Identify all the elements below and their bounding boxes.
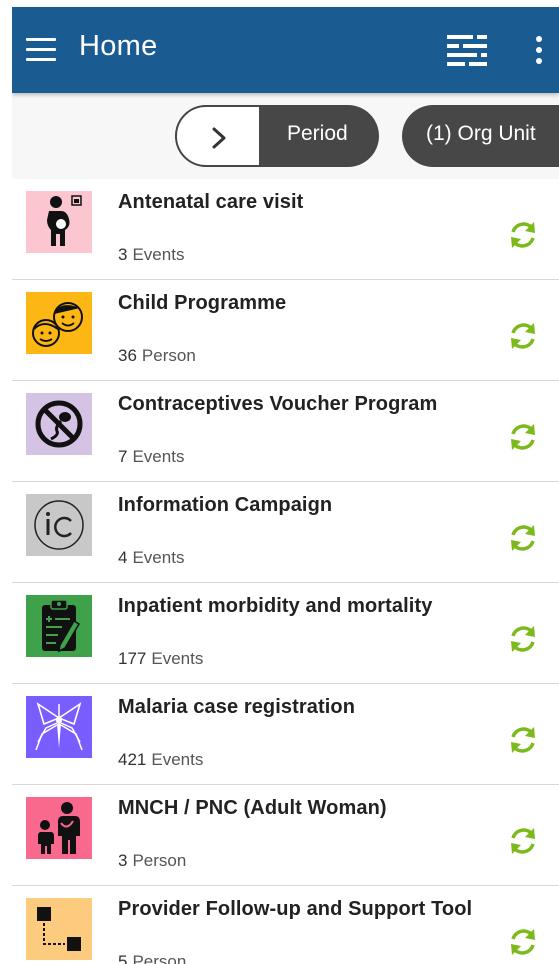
program-row[interactable]: Contraceptives Voucher Program 7 Events <box>12 381 559 482</box>
pregnant-woman-icon <box>47 195 82 246</box>
program-count: 3 Person <box>118 851 187 870</box>
app-frame: Home Period (1) Org Unit Antenatal care … <box>12 7 559 964</box>
app-bar: Home <box>12 7 559 93</box>
sync-icon[interactable] <box>507 623 539 655</box>
program-row[interactable]: Inpatient morbidity and mortality 177 Eve… <box>12 583 559 684</box>
program-count: 3 Events <box>118 245 185 264</box>
program-name: Inpatient morbidity and mortality <box>118 595 433 617</box>
program-count: 4 Events <box>118 548 185 567</box>
program-count: 36 Person <box>118 346 196 365</box>
program-list: Antenatal care visit 3 Events Child Prog… <box>12 179 559 964</box>
clipboard-icon <box>42 599 81 653</box>
program-tile <box>26 898 92 960</box>
program-tile <box>26 494 92 556</box>
program-name: Child Programme <box>118 292 287 314</box>
program-row[interactable]: Information Campaign 4 Events <box>12 482 559 583</box>
program-row[interactable]: Antenatal care visit 3 Events <box>12 179 559 280</box>
program-row[interactable]: Provider Follow-up and Support Tool 5 Per… <box>12 886 559 964</box>
program-name: Malaria case registration <box>118 696 356 718</box>
sync-icon[interactable] <box>507 825 539 857</box>
no-sperm-icon <box>35 400 83 448</box>
sync-icon[interactable] <box>507 926 539 958</box>
hamburger-menu-icon[interactable] <box>26 38 56 62</box>
sync-icon[interactable] <box>507 421 539 453</box>
period-filter-toggle[interactable]: Period <box>175 105 379 167</box>
program-row[interactable]: MNCH / PNC (Adult Woman) 3 Person <box>12 785 559 886</box>
sync-icon[interactable] <box>507 320 539 352</box>
chevron-right-icon <box>212 127 226 149</box>
program-tile <box>26 292 92 354</box>
children-faces-icon <box>32 302 83 347</box>
program-count: 5 Person <box>118 952 187 964</box>
filter-list-icon[interactable] <box>445 32 489 68</box>
program-count: 421 Events <box>118 750 204 769</box>
program-count: 7 Events <box>118 447 185 466</box>
program-name: Information Campaign <box>118 494 333 516</box>
program-tile <box>26 797 92 859</box>
mosquito-icon <box>35 702 83 751</box>
page-title: Home <box>79 30 158 62</box>
program-tile <box>26 393 92 455</box>
program-tile <box>26 191 92 253</box>
ic-badge-icon <box>34 500 84 550</box>
sync-icon[interactable] <box>507 522 539 554</box>
org-unit-filter-button[interactable]: (1) Org Unit <box>402 105 559 167</box>
program-count: 177 Events <box>118 649 204 668</box>
program-name: Provider Follow-up and Support Tool <box>118 898 473 920</box>
more-options-icon[interactable] <box>532 36 546 66</box>
program-tile <box>26 696 92 758</box>
program-row[interactable]: Child Programme 36 Person <box>12 280 559 381</box>
toggle-knob[interactable] <box>175 105 261 167</box>
program-name: Contraceptives Voucher Program <box>118 393 438 415</box>
sync-icon[interactable] <box>507 219 539 251</box>
sync-icon[interactable] <box>507 724 539 756</box>
program-tile <box>26 595 92 657</box>
program-name: MNCH / PNC (Adult Woman) <box>118 797 387 819</box>
flow-diagram-icon <box>37 907 81 951</box>
program-name: Antenatal care visit <box>118 191 304 213</box>
program-row[interactable]: Malaria case registration 421 Events <box>12 684 559 785</box>
period-filter-label: Period <box>287 122 348 145</box>
mother-child-icon <box>38 802 80 854</box>
filter-bar: Period (1) Org Unit <box>12 93 559 179</box>
